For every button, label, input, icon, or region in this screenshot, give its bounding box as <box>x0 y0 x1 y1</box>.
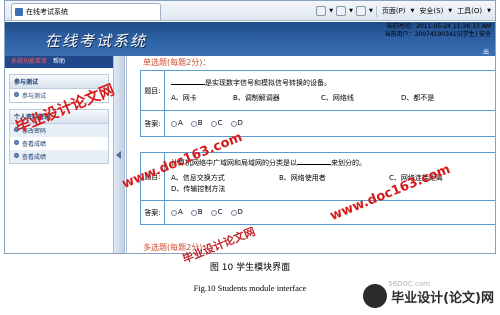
radio-circle-icon[interactable] <box>210 120 217 127</box>
sidebar-header: 系统功能菜单 帮助 <box>5 56 113 68</box>
print-icon[interactable] <box>355 6 366 16</box>
radio-circle-icon[interactable] <box>190 209 197 216</box>
question-1: 题目: 是实现数字信号和模拟信号转换的设备。 A、网卡 B、调制解调器 C、网络… <box>140 70 495 137</box>
sidebar-item-view-scores[interactable]: 查看成绩 <box>10 150 108 163</box>
radio-b[interactable]: B <box>190 207 203 218</box>
browser-tab[interactable]: 在线考试系统 <box>11 3 161 20</box>
bullet-icon <box>14 140 19 145</box>
app-header: 在线考试系统 当前时间：2011-05-24 11:36:33 AM 当前用户：… <box>5 22 495 56</box>
logo-icon <box>363 284 388 308</box>
answer-blank <box>171 78 205 85</box>
page-icon <box>15 8 23 16</box>
collapse-arrow-icon[interactable] <box>116 151 121 159</box>
chevron-down-icon[interactable]: ▼ <box>369 8 373 14</box>
feeds-icon[interactable] <box>336 6 347 16</box>
exit-link[interactable]: 出 <box>483 47 489 56</box>
question-body: 是实现数字信号和模拟信号转换的设备。 A、网卡 B、调制解调器 C、网络线 D、… <box>164 70 495 111</box>
question-label: 题目: <box>140 70 165 111</box>
menu-title: 系统功能菜单 <box>11 58 48 65</box>
chevron-down-icon[interactable]: ▼ <box>411 8 415 14</box>
radio-b[interactable]: B <box>190 118 203 129</box>
site-logo: 毕业设计(论文)网 <box>363 283 494 309</box>
answer-blank <box>297 158 331 165</box>
page-menu[interactable]: 页面(P) <box>380 6 408 16</box>
radio-label: A <box>178 119 183 127</box>
bullet-icon <box>14 153 19 158</box>
safety-menu[interactable]: 安全(S) <box>417 6 445 16</box>
chevron-down-icon[interactable]: ▼ <box>349 8 353 14</box>
radio-d[interactable]: D <box>230 118 243 129</box>
answer-label: 答案: <box>140 200 165 225</box>
browser-toolbar: ▼ ▼ ▼ 页面(P) ▼ 安全(S) ▼ 工具(O) ▼ <box>316 4 491 18</box>
help-link[interactable]: 帮助 <box>53 56 65 68</box>
question-stem-end: 来划分的。 <box>331 159 366 167</box>
chevron-down-icon[interactable]: ▼ <box>329 8 333 14</box>
app-title: 在线考试系统 <box>45 32 148 50</box>
radio-label: D <box>237 208 243 216</box>
question-stem: 是实现数字信号和模拟信号转换的设备。 <box>205 78 331 87</box>
bullet-icon <box>14 92 19 97</box>
option-b: B、调制解调器 <box>233 93 280 102</box>
sidebar-splitter[interactable] <box>113 56 125 253</box>
sidebar-item-label: 查看成绩 <box>22 141 47 148</box>
radio-d[interactable]: D <box>230 207 243 218</box>
option-a: A、网卡 <box>171 93 197 102</box>
radio-label: C <box>217 208 223 216</box>
browser-window: 在线考试系统 ▼ ▼ ▼ 页面(P) ▼ 安全(S) ▼ 工具(O) ▼ 在线考… <box>4 0 496 254</box>
radio-label: A <box>178 208 183 216</box>
radio-label: B <box>197 119 203 127</box>
option-d: D、都不是 <box>401 93 435 102</box>
header-info: 当前时间：2011-05-24 11:36:33 AM 当前用户：2007419… <box>385 23 491 39</box>
option-a: A、信息交换方式 <box>171 174 225 182</box>
radio-label: B <box>197 208 203 216</box>
radio-circle-icon[interactable] <box>190 120 197 127</box>
sidebar-item-label: 查看成绩 <box>22 154 47 161</box>
radio-a[interactable]: A <box>171 118 183 129</box>
option-b: B、网络使用者 <box>279 174 326 182</box>
answer-label: 答案: <box>140 110 165 137</box>
option-list: A、网卡 B、调制解调器 C、网络线 D、都不是 <box>171 93 489 104</box>
home-icon[interactable] <box>316 6 327 16</box>
radio-label: C <box>217 119 223 127</box>
radio-c[interactable]: C <box>210 207 223 218</box>
radio-label: D <box>237 119 243 127</box>
safe-link[interactable]: 安全 <box>479 31 491 38</box>
browser-tab-bar: 在线考试系统 ▼ ▼ ▼ 页面(P) ▼ 安全(S) ▼ 工具(O) ▼ <box>5 1 495 21</box>
answer-row: A B C D <box>164 110 495 137</box>
radio-circle-icon[interactable] <box>171 120 177 127</box>
figure-caption-cn: 图 10 学生模块界面 <box>209 263 291 273</box>
radio-circle-icon[interactable] <box>210 209 217 216</box>
option-c: C、网络线 <box>321 93 354 102</box>
sidebar-item-label: 参与测试 <box>22 93 47 100</box>
toolbar-divider <box>375 5 377 17</box>
chevron-down-icon[interactable]: ▼ <box>487 8 491 14</box>
tools-menu[interactable]: 工具(O) <box>455 6 484 16</box>
single-choice-heading: 单选题(每题2分)： <box>143 58 211 67</box>
chevron-down-icon[interactable]: ▼ <box>448 8 452 14</box>
option-list: D、传输控制方法 <box>171 184 489 195</box>
radio-c[interactable]: C <box>210 118 223 129</box>
logo-text: 毕业设计(论文)网 <box>391 290 494 306</box>
radio-circle-icon[interactable] <box>230 209 237 216</box>
tab-title: 在线考试系统 <box>26 8 68 16</box>
radio-a[interactable]: A <box>171 207 183 218</box>
current-user: 当前用户：200741903415[学生] <box>384 31 478 38</box>
radio-circle-icon[interactable] <box>230 120 237 127</box>
current-time: 当前时间：2011-05-24 11:36:33 AM <box>386 23 491 30</box>
sidebar-item-scores[interactable]: 查看成绩 <box>10 137 108 150</box>
option-d: D、传输控制方法 <box>171 185 226 193</box>
radio-circle-icon[interactable] <box>171 209 177 216</box>
